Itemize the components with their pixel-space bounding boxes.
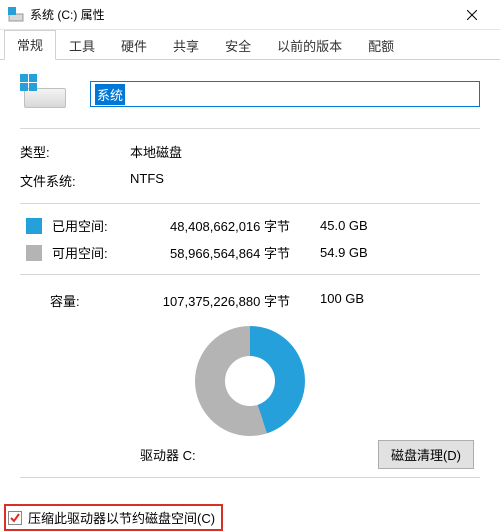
capacity-human: 100 GB (320, 291, 400, 310)
usage-chart-row (20, 314, 480, 440)
used-swatch-icon (26, 218, 42, 234)
divider (20, 274, 480, 275)
free-bytes: 58,966,564,864 字节 (140, 243, 320, 262)
drive-small-icon (8, 7, 24, 23)
window-title: 系统 (C:) 属性 (30, 6, 452, 23)
compress-label: 压缩此驱动器以节约磁盘空间(C) (28, 508, 215, 527)
capacity-bytes: 107,375,226,880 字节 (140, 291, 320, 310)
divider (20, 203, 480, 204)
row-free-space: 可用空间: 58,966,564,864 字节 54.9 GB (20, 239, 480, 266)
checkmark-icon (9, 512, 21, 524)
chart-footer: 驱动器 C: 磁盘清理(D) (20, 440, 480, 469)
tab-previous-versions[interactable]: 以前的版本 (264, 31, 355, 60)
tab-security[interactable]: 安全 (212, 31, 264, 60)
drive-name-value: 系统 (95, 84, 125, 105)
free-label: 可用空间: (52, 243, 140, 262)
tab-content-general: 系统 类型: 本地磁盘 文件系统: NTFS 已用空间: 48,408,662,… (0, 60, 500, 494)
divider (20, 128, 480, 129)
fs-label: 文件系统: (20, 171, 130, 190)
drive-header: 系统 (20, 74, 480, 114)
row-capacity: 容量: 107,375,226,880 字节 100 GB (20, 283, 480, 314)
type-label: 类型: (20, 142, 130, 161)
tab-sharing[interactable]: 共享 (160, 31, 212, 60)
usage-donut-chart (195, 326, 305, 436)
titlebar: 系统 (C:) 属性 (0, 0, 500, 30)
free-human: 54.9 GB (320, 245, 400, 260)
compress-option-highlight: 压缩此驱动器以节约磁盘空间(C) (4, 504, 223, 531)
type-value: 本地磁盘 (130, 142, 182, 161)
row-used-space: 已用空间: 48,408,662,016 字节 45.0 GB (20, 212, 480, 239)
used-human: 45.0 GB (320, 218, 400, 233)
drive-letter-label: 驱动器 C: (140, 445, 196, 464)
disk-cleanup-button[interactable]: 磁盘清理(D) (378, 440, 474, 469)
close-button[interactable] (452, 0, 492, 30)
capacity-label: 容量: (50, 291, 140, 310)
tab-tools[interactable]: 工具 (56, 31, 108, 60)
tab-general[interactable]: 常规 (4, 30, 56, 60)
divider (20, 477, 480, 478)
close-icon (467, 10, 477, 20)
fs-value: NTFS (130, 171, 164, 190)
drive-name-input[interactable]: 系统 (90, 81, 480, 107)
tab-strip: 常规 工具 硬件 共享 安全 以前的版本 配额 (0, 30, 500, 60)
row-filesystem: 文件系统: NTFS (20, 166, 480, 195)
row-type: 类型: 本地磁盘 (20, 137, 480, 166)
free-swatch-icon (26, 245, 42, 261)
compress-checkbox[interactable] (8, 511, 22, 525)
used-label: 已用空间: (52, 216, 140, 235)
tab-quota[interactable]: 配额 (355, 31, 407, 60)
windows-logo-icon (20, 74, 38, 92)
used-bytes: 48,408,662,016 字节 (140, 216, 320, 235)
drive-icon (20, 74, 70, 114)
tab-hardware[interactable]: 硬件 (108, 31, 160, 60)
